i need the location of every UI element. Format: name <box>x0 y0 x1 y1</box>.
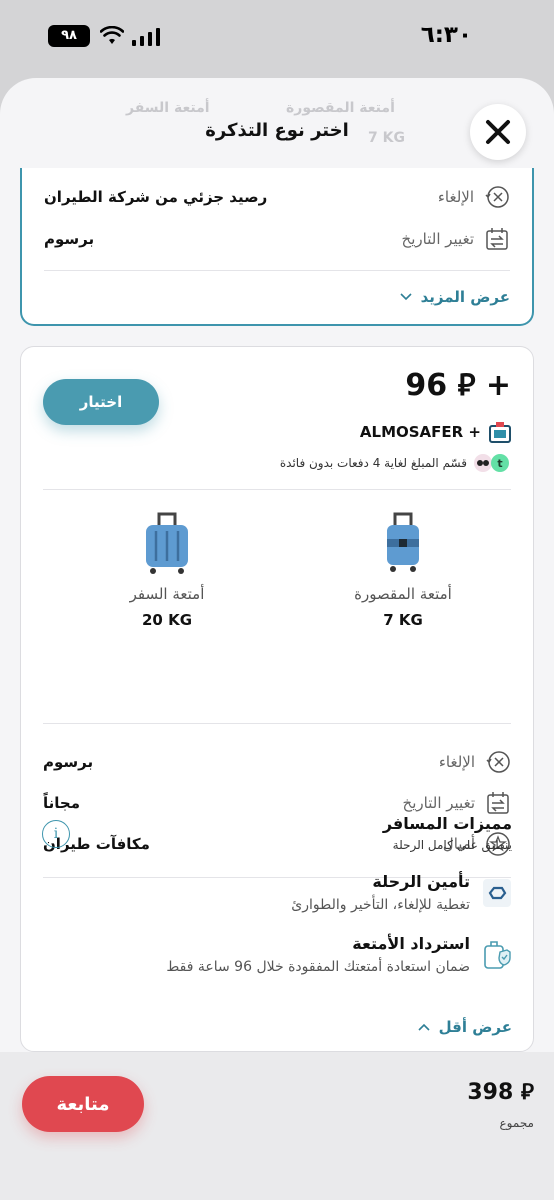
divider <box>43 489 511 490</box>
chevron-up-icon <box>418 1023 430 1031</box>
perks-title: مميزات المسافر <box>382 814 512 833</box>
divider <box>44 270 510 271</box>
bag-label: أمتعة السفر <box>129 585 205 603</box>
ghost-carry-on-label: أمتعة المقصورة <box>286 100 395 116</box>
show-more-label: عرض المزيد <box>420 288 510 306</box>
bag-weight: 20 KG <box>141 611 193 629</box>
bag-label: أمتعة المقصورة <box>354 585 452 603</box>
ghost-checked-label: أمتعة السفر <box>126 100 210 116</box>
installment-note: t قسّم المبلغ لغاية 4 دفعات بدون فائدة <box>280 453 511 473</box>
ticket-type-sheet: أمتعة المقصورة أمتعة السفر 7 KG اختر نوع… <box>0 78 554 1200</box>
checked-suitcase-icon <box>146 512 188 574</box>
payment-badges-icon: t <box>474 454 509 472</box>
perk-desc: ضمان استعادة أمتعتك المفقودة خلال 96 ساع… <box>166 959 470 975</box>
divider <box>43 723 511 724</box>
show-less-label: عرض أقل <box>438 1018 512 1036</box>
row-value: برسوم <box>43 753 94 771</box>
perk-baggage-recovery: استرداد الأمتعة ضمان استعادة أمتعتك المف… <box>42 934 512 975</box>
row-label: الإلغاء <box>438 753 475 771</box>
insurance-icon <box>483 879 511 907</box>
row-value: مجاناً <box>43 794 80 812</box>
perks-subtitle: ينطبق على كامل الرحلة <box>392 838 512 852</box>
close-button[interactable] <box>470 104 526 160</box>
row-value: رصيد جزئي من شركة الطيران <box>44 188 268 206</box>
carry-on-suitcase-icon <box>387 512 419 572</box>
fare-card-selected[interactable]: الإلغاء رصيد جزئي من شركة الطيران تغيير … <box>20 168 534 326</box>
close-icon <box>486 120 510 144</box>
show-more-link[interactable]: عرض المزيد <box>399 288 510 306</box>
installment-text: قسّم المبلغ لغاية 4 دفعات بدون فائدة <box>279 456 467 470</box>
calendar-change-icon <box>486 228 508 250</box>
perk-trip-insurance: تأمين الرحلة تغطية للإلغاء، التأخير والط… <box>42 872 512 913</box>
bag-weight: 7 KG <box>383 611 423 629</box>
checked-bag: أمتعة السفر 20 KG <box>87 511 247 629</box>
fare-price: 96 ⃁ + <box>405 368 511 403</box>
bottom-bar: 398 ⃁ مجموع متابعة <box>0 1052 554 1200</box>
carry-on-bag: أمتعة المقصورة 7 KG <box>323 511 483 629</box>
cancellation-row: الإلغاء رصيد جزئي من شركة الطيران <box>44 182 510 212</box>
chevron-down-icon <box>399 293 412 301</box>
almosafer-logo-icon <box>489 422 511 443</box>
perk-title: استرداد الأمتعة <box>352 934 470 953</box>
perk-desc: تغطية للإلغاء، التأخير والطوارئ <box>291 897 470 913</box>
signal-icon <box>132 28 160 46</box>
cancel-icon <box>485 186 509 208</box>
info-icon[interactable]: i <box>42 820 70 848</box>
date-change-row: تغيير التاريخ برسوم <box>44 224 510 254</box>
wifi-icon <box>100 26 124 44</box>
status-bar: ٩٨ ٦:٣٠ <box>0 0 554 70</box>
battery-indicator: ٩٨ <box>48 25 90 47</box>
row-label: تغيير التاريخ <box>402 794 475 812</box>
clock: ٦:٣٠ <box>420 22 472 48</box>
svg-text:t: t <box>497 457 502 470</box>
provider: ALMOSAFER + <box>360 421 511 443</box>
continue-button[interactable]: متابعة <box>22 1076 144 1132</box>
choose-button[interactable]: اختيار <box>43 379 159 425</box>
cancellation-row: الإلغاء برسوم <box>43 747 511 777</box>
perk-title: تأمين الرحلة <box>372 872 470 891</box>
row-value: برسوم <box>44 230 95 248</box>
total-label: مجموع <box>499 1116 534 1130</box>
baggage-shield-icon <box>484 941 511 969</box>
total-price: 398 ⃁ <box>467 1080 534 1105</box>
row-label: الإلغاء <box>437 188 474 206</box>
provider-name: ALMOSAFER + <box>359 423 481 441</box>
cancel-icon <box>486 751 510 773</box>
show-less-link[interactable]: عرض أقل <box>417 1018 512 1036</box>
calendar-change-icon <box>487 792 509 814</box>
row-label: تغيير التاريخ <box>401 230 474 248</box>
